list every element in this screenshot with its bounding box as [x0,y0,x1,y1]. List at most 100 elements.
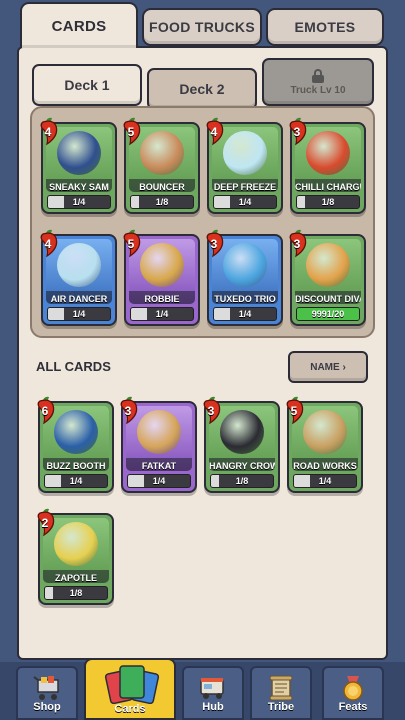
chili-cost-badge: 4 [203,116,227,146]
chili-cost-badge: 3 [286,116,310,146]
character-portrait [137,410,181,454]
card-progress-bar: 1/8 [296,195,360,209]
card-progress-bar: 1/4 [130,307,194,321]
chili-cost-badge: 3 [200,395,224,425]
character-portrait [306,131,350,175]
game-screen: CARDS FOOD TRUCKS EMOTES Deck 1 Deck 2 T… [0,0,405,720]
deck-1-tab[interactable]: Deck 1 [32,64,142,106]
card-progress-text: 1/8 [235,476,249,486]
card-cost: 3 [210,237,218,251]
card-progress-text: 1/8 [321,197,335,207]
card-progress-text: 1/8 [155,197,169,207]
card-name: BUZZ BOOTH [43,458,109,471]
shopping-cart-icon [33,676,59,700]
tab-cards[interactable]: CARDS [20,2,138,48]
card-tuxedo-trio[interactable]: TUXEDO TRIO 1/4 3 [206,229,283,326]
card-progress-text: 1/4 [238,197,252,207]
card-progress-bar: 1/4 [44,474,108,488]
chili-cost-badge: 3 [286,228,310,258]
card-air-dancer[interactable]: AIR DANCER 1/4 4 [40,229,117,326]
card-fatkat[interactable]: FATKAT 1/4 3 [120,396,197,493]
card-zapotle[interactable]: ZAPOTLE 1/8 2 [37,508,114,605]
chili-cost-badge: 3 [203,228,227,258]
card-road-works[interactable]: ROAD WORKS 1/4 5 [286,396,363,493]
card-progress-bar: 1/8 [130,195,194,209]
nav-tribe-label: Tribe [267,701,295,713]
deck-3-label: Truck Lv 10 [290,84,346,96]
card-progress-bar: 1/4 [47,307,111,321]
card-name: DISCOUNT DIVA [295,291,361,304]
card-name: ROAD WORKS [292,458,358,471]
card-cost: 6 [41,404,49,418]
cards-icon [104,665,160,704]
character-portrait [140,243,184,287]
nav-cards[interactable]: Cards [84,658,176,720]
tab-food-trucks-label: FOOD TRUCKS [149,19,255,35]
card-hangry-crows[interactable]: HANGRY CROWS 1/8 3 [203,396,280,493]
medal-icon [343,676,363,701]
card-cost: 3 [293,125,301,139]
card-cost: 2 [41,516,49,530]
deck-2-tab[interactable]: Deck 2 [147,68,257,110]
card-progress-bar: 9991/20 [296,307,360,321]
chili-cost-badge: 5 [283,395,307,425]
chili-cost-badge: 4 [37,228,61,258]
character-portrait [54,522,98,566]
character-portrait [140,131,184,175]
card-name: ZAPOTLE [43,570,109,583]
card-chilli-charge[interactable]: CHILLI CHARGE 1/8 3 [289,117,366,214]
card-bouncer[interactable]: BOUNCER 1/8 5 [123,117,200,214]
deck-1-label: Deck 1 [64,77,110,93]
card-cost: 3 [207,404,215,418]
all-cards-title: ALL CARDS [36,359,111,374]
bottom-nav: Shop Cards Hub Tribe Feats [0,658,405,720]
tab-emotes[interactable]: EMOTES [266,8,384,46]
card-name: CHILLI CHARGE [295,179,361,192]
card-buzz-booth[interactable]: BUZZ BOOTH 1/4 6 [37,396,114,493]
nav-feats[interactable]: Feats [322,666,384,720]
card-progress-text: 1/4 [152,476,166,486]
lock-icon [312,68,324,83]
chili-cost-badge: 5 [120,228,144,258]
tab-cards-label: CARDS [51,17,107,35]
card-cost: 4 [44,237,52,251]
card-progress-text: 1/4 [72,197,86,207]
card-progress-text: 9991/20 [311,309,345,319]
card-discount-diva[interactable]: DISCOUNT DIVA 9991/20 3 [289,229,366,326]
food-truck-icon [200,678,224,699]
nav-hub[interactable]: Hub [182,666,244,720]
card-cost: 4 [44,125,52,139]
sort-name-button[interactable]: NAME › [288,351,368,383]
deck-2-label: Deck 2 [179,81,225,97]
character-portrait [223,243,267,287]
card-name: HANGRY CROWS [209,458,275,471]
card-progress-bar: 1/4 [47,195,111,209]
card-name: SNEAKY SAM [46,179,112,192]
card-name: AIR DANCER [46,291,112,304]
character-portrait [220,410,264,454]
card-progress-bar: 1/4 [127,474,191,488]
card-progress-bar: 1/8 [210,474,274,488]
card-sneaky-sam[interactable]: SNEAKY SAM 1/4 4 [40,117,117,214]
deck-3-locked-tab[interactable]: Truck Lv 10 [262,58,374,106]
card-name: FATKAT [126,458,192,471]
tab-food-trucks[interactable]: FOOD TRUCKS [142,8,262,46]
character-portrait [54,410,98,454]
card-robbie[interactable]: ROBBIE 1/4 5 [123,229,200,326]
card-deep-freeze[interactable]: DEEP FREEZE 1/4 4 [206,117,283,214]
card-progress-bar: 1/4 [213,307,277,321]
card-cost: 5 [290,404,298,418]
nav-shop[interactable]: Shop [16,666,78,720]
nav-tribe[interactable]: Tribe [250,666,312,720]
nav-hub-label: Hub [202,701,224,713]
card-progress-text: 1/4 [72,309,86,319]
character-portrait [57,243,101,287]
scroll-icon [269,675,293,701]
nav-feats-label: Feats [338,701,368,713]
chili-cost-badge: 3 [117,395,141,425]
card-name: DEEP FREEZE [212,179,278,192]
character-portrait [303,410,347,454]
card-name: ROBBIE [129,291,195,304]
chili-cost-badge: 6 [34,395,58,425]
card-progress-text: 1/4 [318,476,332,486]
